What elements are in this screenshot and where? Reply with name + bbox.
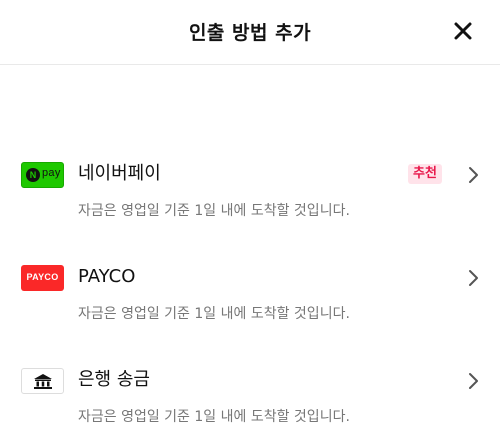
method-name: 은행 송금: [78, 369, 150, 390]
naver-pay-logo-text: pay: [42, 167, 61, 179]
payco-logo: PAYCO: [21, 265, 64, 291]
chevron-right-icon: [466, 269, 480, 287]
withdrawal-method-sheet: 인출 방법 추가 N pay 네이버페이 추천 자금은 영업일 기준 1일 내에…: [0, 0, 500, 425]
recommended-badge: 추천: [408, 164, 442, 184]
method-description: 자금은 영업일 기준 1일 내에 도착할 것입니다.: [78, 203, 350, 219]
close-icon: [454, 22, 472, 40]
close-button[interactable]: [452, 20, 474, 42]
sheet-header: 인출 방법 추가: [0, 0, 500, 65]
method-item-bank-transfer[interactable]: 은행 송금 자금은 영업일 기준 1일 내에 도착할 것입니다.: [0, 361, 500, 425]
method-description: 자금은 영업일 기준 1일 내에 도착할 것입니다.: [78, 306, 350, 322]
payco-logo-text: PAYCO: [26, 272, 59, 282]
page-title: 인출 방법 추가: [188, 22, 312, 44]
bank-icon: [34, 374, 52, 389]
method-description: 자금은 영업일 기준 1일 내에 도착할 것입니다.: [78, 409, 350, 425]
chevron-right-icon: [466, 372, 480, 390]
bank-logo: [21, 368, 64, 394]
method-item-payco[interactable]: PAYCO PAYCO 자금은 영업일 기준 1일 내에 도착할 것입니다.: [0, 258, 500, 338]
method-name: PAYCO: [78, 266, 136, 287]
method-item-naver-pay[interactable]: N pay 네이버페이 추천 자금은 영업일 기준 1일 내에 도착할 것입니다…: [0, 155, 500, 235]
naver-pay-logo: N pay: [21, 162, 64, 188]
chevron-right-icon: [466, 166, 480, 184]
naver-pay-logo-mark: N: [26, 168, 40, 182]
method-name: 네이버페이: [78, 163, 161, 184]
